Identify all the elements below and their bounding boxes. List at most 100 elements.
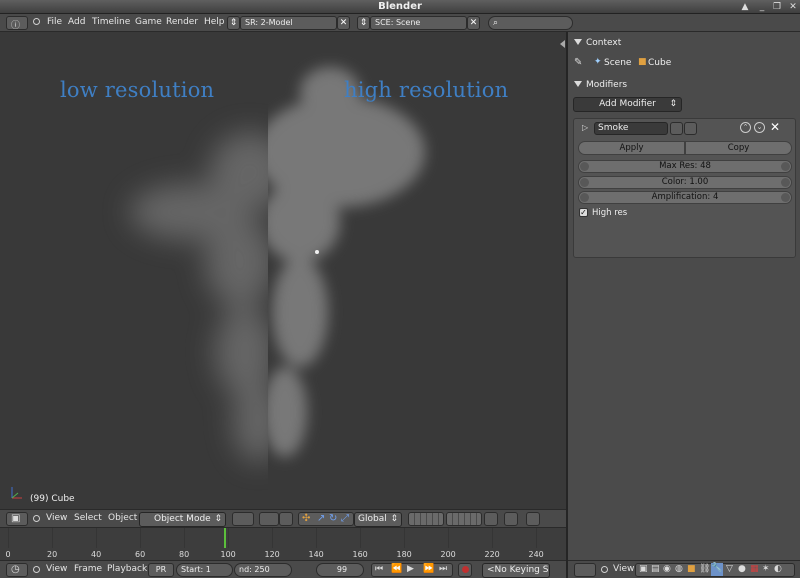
color-field[interactable]: Color: 1.00 (578, 176, 792, 189)
menu-view[interactable]: View (613, 564, 634, 574)
context-object-label[interactable]: Cube (648, 58, 671, 68)
increment-icon[interactable] (781, 178, 790, 187)
max-res-field[interactable]: Max Res: 48 (578, 160, 792, 173)
keying-set-select[interactable]: <No Keying S (482, 563, 550, 578)
decrement-icon[interactable] (580, 178, 589, 187)
minimize-icon-button[interactable]: _ (755, 1, 769, 13)
menu-object[interactable]: Object (108, 513, 137, 523)
timeline-tick-label: 200 (440, 550, 456, 559)
mode-select[interactable]: Object Mode ⇕ (139, 512, 226, 527)
move-up-icon[interactable]: ⌃ (740, 122, 751, 133)
translate-icon: ↗ (317, 513, 326, 524)
high-res-checkbox[interactable]: ✓ (579, 208, 588, 217)
modifiers-label: Modifiers (586, 80, 628, 90)
menu-add[interactable]: Add (68, 17, 85, 27)
modifier-name-field[interactable]: Smoke (594, 122, 668, 135)
menu-frame[interactable]: Frame (74, 564, 102, 574)
context-header[interactable]: Context (574, 38, 621, 48)
pivot-button[interactable] (259, 512, 279, 526)
editor-type-button[interactable]: ⓘ (6, 16, 28, 31)
timeline-area[interactable]: 0 20 40 60 80 100 120 140 160 180 200 220 240 (0, 527, 566, 560)
3d-viewport[interactable]: low resolution high resolution (99) Cube (0, 32, 566, 509)
scene-delete-button[interactable]: ✕ (467, 16, 480, 30)
modifiers-header[interactable]: Modifiers (574, 80, 627, 90)
minimize-button[interactable]: ▲ (738, 1, 752, 13)
texture-tab-icon[interactable]: ▦ (750, 564, 759, 574)
manipulator-buttons[interactable]: ✣ ↗ ↻ ⤢ (298, 512, 354, 526)
menu-view[interactable]: View (46, 513, 67, 523)
decrement-icon[interactable] (580, 162, 589, 171)
preview-range-toggle[interactable]: PR (148, 563, 174, 577)
collapse-menu-icon[interactable] (33, 18, 40, 25)
move-down-icon[interactable]: ⌄ (754, 122, 765, 133)
menu-playback[interactable]: Playback (107, 564, 147, 574)
viewport-editor-type-button[interactable]: ▣ (6, 512, 28, 526)
menu-help[interactable]: Help (204, 17, 225, 27)
playback-controls[interactable]: ⏮ ⏪ ▶ ⏩ ⏭ (371, 563, 453, 577)
apply-button[interactable]: Apply (578, 141, 685, 155)
collapse-menu-icon[interactable] (33, 515, 40, 522)
current-frame-field[interactable]: 99 (316, 563, 364, 577)
timeline-gridline (272, 528, 273, 548)
increment-icon[interactable] (781, 162, 790, 171)
constraints-tab-icon[interactable]: ⛓ (699, 564, 710, 574)
copy-button[interactable]: Copy (685, 141, 792, 155)
menu-timeline[interactable]: Timeline (92, 17, 130, 27)
material-tab-icon[interactable]: ● (738, 564, 746, 574)
world-tab-icon[interactable]: ◍ (675, 564, 683, 574)
render-preview-button[interactable] (526, 512, 540, 526)
layer-buttons-a[interactable] (408, 512, 444, 526)
timeline-gridline (448, 528, 449, 548)
data-tab-icon[interactable]: ▽ (726, 564, 733, 574)
context-scene-label[interactable]: Scene (604, 58, 631, 68)
remove-modifier-icon[interactable]: ✕ (770, 120, 780, 134)
expand-triangle-icon[interactable]: ▷ (582, 123, 588, 132)
screen-delete-button[interactable]: ✕ (337, 16, 350, 30)
viewport-shading-button[interactable] (232, 512, 254, 526)
start-frame-field[interactable]: Start: 1 (176, 563, 233, 577)
camera-tab-icon[interactable]: ▣ (639, 564, 648, 574)
visible-layers-toggle[interactable] (279, 512, 293, 526)
menu-render[interactable]: Render (166, 17, 198, 27)
collapse-menu-icon[interactable] (33, 566, 40, 573)
context-tabs[interactable]: ▣ ▤ ◉ ◍ ■ ⛓ 🔧 ▽ ● ▦ ✶ ◐ (635, 563, 795, 577)
scene-browse-button[interactable]: ⇕ (357, 16, 370, 30)
particles-tab-icon[interactable]: ✶ (762, 564, 770, 574)
render-toggle-button[interactable] (670, 122, 683, 135)
scene-tab-icon[interactable]: ◉ (663, 564, 671, 574)
menu-game[interactable]: Game (135, 17, 162, 27)
menu-file[interactable]: File (47, 17, 62, 27)
collapse-menu-icon[interactable] (601, 566, 608, 573)
scene-field[interactable]: SCE: Scene (370, 16, 467, 30)
modifiers-tab-icon[interactable]: 🔧 (711, 563, 723, 576)
realtime-toggle-button[interactable] (684, 122, 697, 135)
snap-toggle[interactable] (504, 512, 518, 526)
maximize-button[interactable]: ❐ (770, 1, 784, 13)
timeline-editor-type-button[interactable]: ◷ (6, 563, 28, 577)
toolshelf-toggle-icon[interactable] (560, 40, 565, 48)
layer-buttons-b[interactable] (446, 512, 482, 526)
search-input[interactable]: ⌕ (488, 16, 573, 30)
axis-gizmo-icon (11, 487, 22, 499)
menu-select[interactable]: Select (74, 513, 102, 523)
lock-layers-toggle[interactable] (484, 512, 498, 526)
decrement-icon[interactable] (580, 193, 589, 202)
amplification-field[interactable]: Amplification: 4 (578, 191, 792, 204)
orientation-select[interactable]: Global ⇕ (354, 512, 402, 527)
record-button[interactable] (458, 563, 472, 577)
properties-editor-type-button[interactable] (574, 563, 596, 577)
add-modifier-button[interactable]: Add Modifier ⇕ (573, 97, 682, 112)
current-frame-cursor[interactable] (224, 528, 226, 548)
screen-browse-button[interactable]: ⇕ (227, 16, 240, 30)
increment-icon[interactable] (781, 193, 790, 202)
physics-tab-icon[interactable]: ◐ (774, 564, 782, 574)
cube-icon: ■ (638, 57, 647, 67)
menu-view[interactable]: View (46, 564, 67, 574)
object-tab-icon[interactable]: ■ (687, 564, 696, 574)
screen-layout-field[interactable]: SR: 2-Model (240, 16, 337, 30)
color-label: Color: 1.00 (661, 177, 709, 187)
pin-icon[interactable]: ✎ (574, 57, 582, 68)
render-layers-tab-icon[interactable]: ▤ (651, 564, 660, 574)
close-window-button[interactable]: ✕ (786, 1, 800, 13)
end-frame-field[interactable]: nd: 250 (234, 563, 292, 577)
